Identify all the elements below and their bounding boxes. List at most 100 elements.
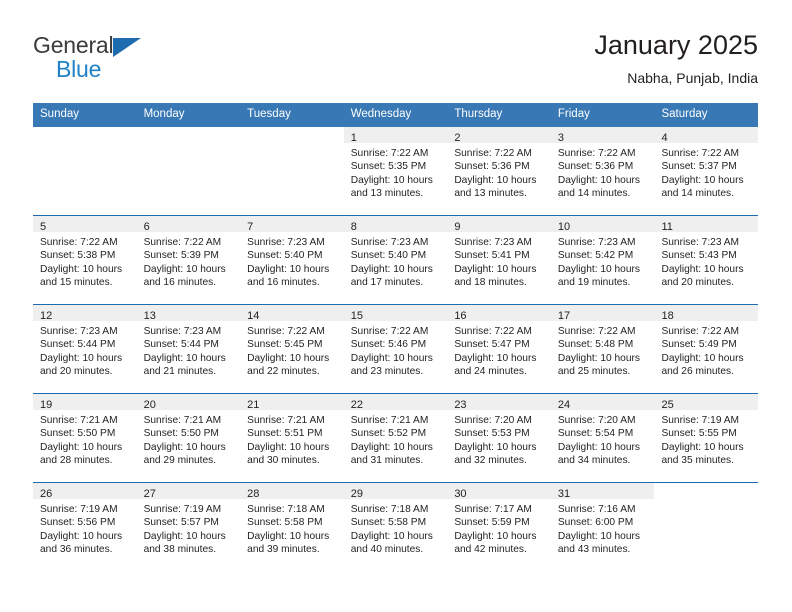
calendar-day-cell[interactable]: 14 Sunrise: 7:22 AM Sunset: 5:45 PM Dayligh… [240,305,344,393]
day-number-band: 13 [136,305,241,322]
calendar-grid: Sunday Monday Tuesday Wednesday Thursday Frid… [33,103,759,571]
day-number-band: 14 [240,305,344,322]
calendar-day-cell[interactable]: 3 Sunrise: 7:22 AM Sunset: 5:36 PM Daylight… [550,127,655,215]
calendar-day-cell[interactable]: 17 Sunrise: 7:22 AM Sunset: 5:48 PM Dayligh… [550,305,655,393]
weekday-header-wednesday: Wednesday [350,108,412,120]
calendar-day-cell[interactable]: 9 Sunrise: 7:23 AM Sunset: 5:41 PM Daylight… [447,216,551,304]
calendar-weeks: 1 Sunrise: 7:22 AM Sunset: 5:35 PM Daylight… [33,127,759,571]
calendar-day-cell[interactable]: 23 Sunrise: 7:20 AM Sunset: 5:53 PM Dayligh… [447,394,551,482]
daylight-duration-cont: and 30 minutes. [247,455,320,467]
calendar-day-cell[interactable]: 31 Sunrise: 7:16 AM Sunset: 6:00 PM Dayligh… [550,483,655,571]
daylight-duration: Daylight: 10 hours [661,352,744,364]
calendar-day-cell[interactable]: 28 Sunrise: 7:18 AM Sunset: 5:58 PM Dayligh… [240,483,344,571]
calendar-day-cell[interactable]: 18 Sunrise: 7:22 AM Sunset: 5:49 PM Dayligh… [654,305,759,393]
sunset-time: Sunset: 5:54 PM [557,428,634,440]
calendar-day-cell[interactable]: 4 Sunrise: 7:22 AM Sunset: 5:37 PM Daylight… [654,127,759,215]
day-number: 26 [40,488,53,500]
calendar-day-cell[interactable]: 2 Sunrise: 7:22 AM Sunset: 5:36 PM Daylight… [447,127,551,215]
day-details: Sunrise: 7:23 AM Sunset: 5:44 PM Daylight:… [137,321,241,379]
daylight-duration: Daylight: 10 hours [454,441,537,453]
day-details: Sunrise: 7:20 AM Sunset: 5:53 PM Daylight:… [447,410,551,468]
calendar-day-cell[interactable]: 29 Sunrise: 7:18 AM Sunset: 5:58 PM Dayligh… [343,483,448,571]
sunrise-time: Sunrise: 7:19 AM [143,504,222,515]
calendar-day-cell[interactable]: 12 Sunrise: 7:23 AM Sunset: 5:44 PM Dayligh… [33,305,137,393]
day-number-band: 2 [447,127,551,144]
daylight-duration: Daylight: 10 hours [143,352,226,364]
daylight-duration-cont: and 23 minutes. [350,366,424,378]
calendar-day-cell[interactable]: 15 Sunrise: 7:22 AM Sunset: 5:46 PM Dayligh… [343,305,448,393]
calendar-day-cell[interactable]: 24 Sunrise: 7:20 AM Sunset: 5:54 PM Dayligh… [550,394,655,482]
calendar-day-cell[interactable]: 27 Sunrise: 7:19 AM Sunset: 5:57 PM Dayligh… [136,483,241,571]
sunset-time: Sunset: 5:43 PM [661,250,737,262]
day-number: 20 [143,399,156,411]
daylight-duration-cont: and 19 minutes. [557,277,631,289]
calendar-day-cell[interactable]: 16 Sunrise: 7:22 AM Sunset: 5:47 PM Dayligh… [447,305,551,393]
sunrise-time: Sunrise: 7:23 AM [661,237,740,248]
day-number-band: 7 [240,216,344,233]
daylight-duration-cont: and 26 minutes. [661,366,734,378]
daylight-duration: Daylight: 10 hours [661,441,744,453]
sunrise-time: Sunrise: 7:22 AM [350,148,429,159]
weekday-header-sunday: Sunday [40,108,80,120]
calendar-day-cell[interactable]: 10 Sunrise: 7:23 AM Sunset: 5:42 PM Dayligh… [550,216,655,304]
day-number: 3 [557,132,565,144]
daylight-duration-cont: and 34 minutes. [557,455,631,467]
calendar-day-cell[interactable]: 22 Sunrise: 7:21 AM Sunset: 5:52 PM Dayligh… [343,394,448,482]
sunset-time: Sunset: 5:47 PM [454,339,530,351]
day-number-band: 12 [33,305,137,322]
day-number: 31 [557,488,571,500]
day-number: 10 [557,221,571,233]
daylight-duration-cont: and 18 minutes. [454,277,527,289]
calendar-day-cell[interactable]: 11 Sunrise: 7:23 AM Sunset: 5:43 PM Dayligh… [654,216,759,304]
sunrise-time: Sunrise: 7:22 AM [350,326,429,337]
day-number-band: 20 [136,394,241,411]
day-number-band: 24 [550,394,655,411]
day-number-band: 26 [33,483,137,500]
sunrise-time: Sunrise: 7:18 AM [350,504,429,515]
sunset-time: Sunset: 5:39 PM [143,250,219,262]
daylight-duration-cont: and 43 minutes. [557,544,631,556]
page-title: January 2025 [594,30,758,60]
calendar-day-cell[interactable]: 5 Sunrise: 7:22 AM Sunset: 5:38 PM Daylight… [33,216,137,304]
day-number-band: 10 [550,216,655,233]
sunset-time: Sunset: 5:52 PM [350,428,427,440]
day-details: Sunrise: 7:19 AM Sunset: 5:57 PM Daylight:… [137,499,241,557]
daylight-duration-cont: and 35 minutes. [661,455,734,467]
calendar-day-cell[interactable]: 25 Sunrise: 7:19 AM Sunset: 5:55 PM Dayligh… [654,394,759,482]
calendar-day-cell[interactable]: 6 Sunrise: 7:22 AM Sunset: 5:39 PM Daylight… [136,216,241,304]
day-number-band: 1 [343,127,448,144]
sunset-time: Sunset: 5:36 PM [557,161,634,173]
sunrise-time: Sunrise: 7:22 AM [143,237,222,248]
day-number: 2 [454,132,461,144]
calendar-day-cell[interactable]: 19 Sunrise: 7:21 AM Sunset: 5:50 PM Dayligh… [33,394,137,482]
day-number-band: 15 [343,305,448,322]
sunrise-time: Sunrise: 7:21 AM [247,415,325,426]
day-number: 14 [247,310,260,322]
calendar-day-cell[interactable]: 21 Sunrise: 7:21 AM Sunset: 5:51 PM Dayligh… [240,394,344,482]
daylight-duration-cont: and 42 minutes. [454,544,527,556]
calendar-day-cell[interactable]: 1 Sunrise: 7:22 AM Sunset: 5:35 PM Daylight… [343,127,448,215]
calendar-day-cell[interactable]: 26 Sunrise: 7:19 AM Sunset: 5:56 PM Dayligh… [33,483,137,571]
daylight-duration-cont: and 14 minutes. [557,188,631,200]
sunset-time: Sunset: 5:56 PM [40,517,116,529]
day-details: Sunrise: 7:22 AM Sunset: 5:47 PM Daylight:… [447,321,551,379]
sunrise-time: Sunrise: 7:21 AM [350,415,429,426]
weekday-header-monday: Monday [143,108,185,120]
calendar-day-cell[interactable]: 30 Sunrise: 7:17 AM Sunset: 5:59 PM Dayligh… [447,483,551,571]
sunset-time: Sunset: 5:40 PM [350,250,427,262]
daylight-duration-cont: and 39 minutes. [247,544,320,556]
calendar-day-cell[interactable]: 13 Sunrise: 7:23 AM Sunset: 5:44 PM Dayligh… [136,305,241,393]
day-number: 19 [40,399,53,411]
sunset-time: Sunset: 5:44 PM [40,339,116,351]
daylight-duration: Daylight: 10 hours [247,530,330,542]
calendar-day-cell[interactable]: 8 Sunrise: 7:23 AM Sunset: 5:40 PM Daylight… [343,216,448,304]
sunrise-time: Sunrise: 7:22 AM [557,326,636,337]
day-number: 30 [454,488,467,500]
calendar-day-cell[interactable]: 7 Sunrise: 7:23 AM Sunset: 5:40 PM Daylight… [240,216,344,304]
day-details: Sunrise: 7:18 AM Sunset: 5:58 PM Daylight:… [240,499,344,557]
day-details: Sunrise: 7:21 AM Sunset: 5:50 PM Daylight:… [33,410,137,468]
daylight-duration-cont: and 14 minutes. [661,188,734,200]
day-number: 7 [247,221,254,233]
calendar-day-cell[interactable]: 20 Sunrise: 7:21 AM Sunset: 5:50 PM Dayligh… [136,394,241,482]
general-blue-logo[interactable]: General Blue [33,32,233,88]
